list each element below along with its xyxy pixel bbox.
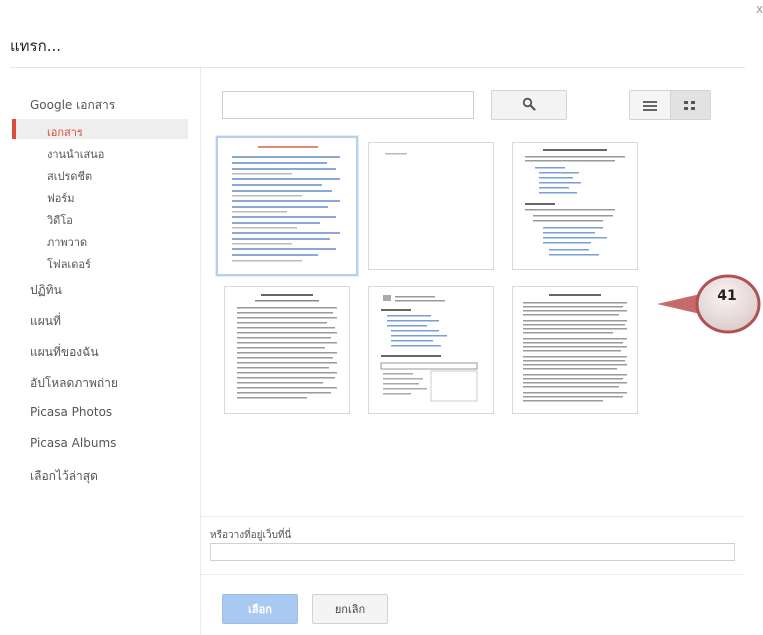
sidebar-active-indicator: [12, 119, 16, 139]
sidebar-item-upload-photos[interactable]: อัปโหลดภาพถ่าย: [30, 374, 118, 393]
footer-divider: [200, 574, 745, 575]
sidebar-item-drawings[interactable]: ภาพวาด: [47, 233, 87, 251]
document-preview-4: [237, 294, 337, 399]
sidebar-item-picasa-albums[interactable]: Picasa Albums: [30, 436, 116, 450]
sidebar-item-forms[interactable]: ฟอร์ม: [47, 189, 75, 207]
document-preview-5: [380, 295, 478, 402]
cancel-button[interactable]: ยกเลิก: [312, 594, 388, 624]
document-preview-6: [523, 294, 627, 402]
dialog-title: แทรก...: [10, 37, 61, 55]
document-thumbnail-3[interactable]: [512, 142, 638, 270]
close-icon[interactable]: x: [756, 2, 763, 16]
search-input[interactable]: [222, 91, 474, 119]
callout-number: 41: [717, 288, 737, 304]
view-toggle: [629, 90, 711, 120]
sidebar-item-maps[interactable]: แผนที่: [30, 312, 61, 331]
document-thumbnail-4[interactable]: [224, 286, 350, 414]
search-button[interactable]: [491, 90, 567, 120]
sidebar-item-folders[interactable]: โฟลเดอร์: [47, 255, 91, 273]
sidebar-item-videos[interactable]: วิดีโอ: [47, 211, 73, 229]
header-divider: [10, 67, 745, 68]
document-preview-2: [385, 153, 407, 155]
sidebar-item-picasa-photos[interactable]: Picasa Photos: [30, 405, 112, 419]
url-label: หรือวางที่อยู่เว็บที่นี่: [210, 530, 292, 541]
document-thumbnail-6[interactable]: [512, 286, 638, 414]
sidebar-item-documents[interactable]: เอกสาร: [47, 123, 83, 141]
document-preview-3: [525, 149, 625, 256]
sidebar-item-my-maps[interactable]: แผนที่ของฉัน: [30, 343, 99, 362]
grid-view-icon: [684, 96, 696, 115]
sidebar-item-calendar[interactable]: ปฏิทิน: [30, 281, 62, 300]
document-preview-1: [232, 146, 340, 262]
list-view-icon: [642, 96, 657, 115]
document-thumbnail-2[interactable]: [368, 142, 494, 270]
grid-view-button[interactable]: [669, 91, 710, 119]
list-view-button[interactable]: [630, 91, 670, 119]
select-button[interactable]: เลือก: [222, 594, 298, 624]
url-section-divider: [200, 516, 745, 517]
sidebar-item-google-docs[interactable]: Google เอกสาร: [30, 96, 115, 115]
sidebar-active-highlight: [12, 119, 188, 139]
insert-dialog: แทรก... x Google เอกสาร เอกสาร งานนำเสนอ…: [0, 0, 763, 635]
search-icon: [522, 96, 536, 115]
document-thumbnail-5[interactable]: [368, 286, 494, 414]
url-input[interactable]: [210, 543, 735, 561]
sidebar-item-presentations[interactable]: งานนำเสนอ: [47, 145, 104, 163]
sidebar-item-spreadsheets[interactable]: สเปรดชีต: [47, 167, 92, 185]
sidebar-item-recently-selected[interactable]: เลือกไว้ล่าสุด: [30, 467, 98, 486]
document-thumbnail-1[interactable]: [216, 136, 358, 276]
sidebar-divider: [200, 68, 201, 635]
